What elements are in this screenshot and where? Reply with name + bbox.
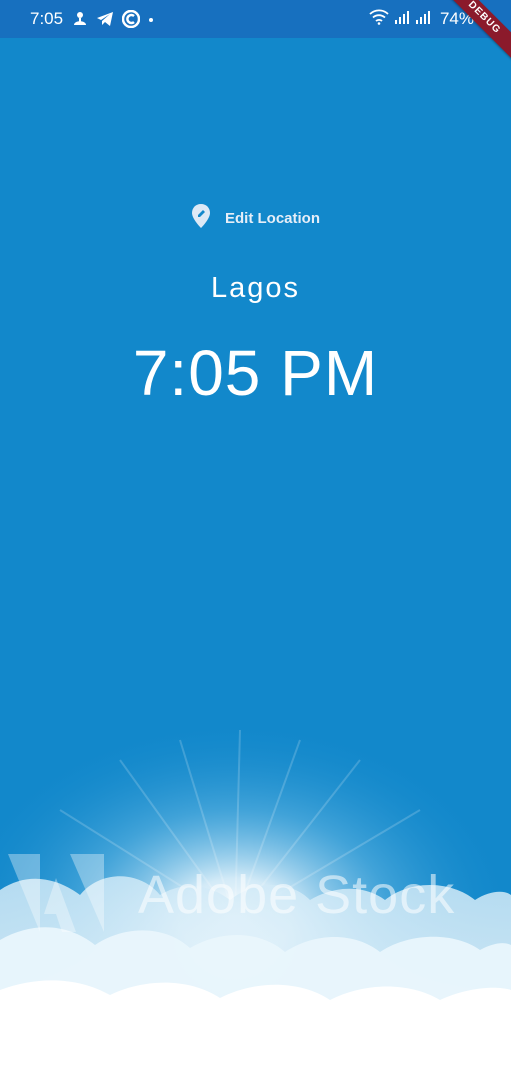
status-notification-icons (72, 9, 154, 29)
city-name: Lagos (210, 272, 300, 304)
dot-icon (148, 10, 154, 28)
c-app-icon (122, 10, 140, 28)
weather-icon (72, 10, 88, 28)
edit-location-icon (191, 203, 211, 234)
adobe-stock-watermark-text: Adobe Stock (138, 865, 456, 925)
signal-icon (415, 9, 431, 30)
status-time: 7:05 (30, 9, 64, 28)
wifi-icon (369, 9, 389, 30)
app-screen: Adobe Stock 7:05 74% DEBUG Edit Location… (0, 0, 511, 1080)
edit-location-button[interactable]: Edit Location (0, 203, 511, 234)
signal-icon (394, 9, 410, 30)
status-bar: 7:05 74% (0, 0, 511, 38)
telegram-icon (96, 11, 114, 27)
edit-location-label: Edit Location (225, 210, 320, 227)
local-time: 7:05 PM (132, 337, 379, 409)
